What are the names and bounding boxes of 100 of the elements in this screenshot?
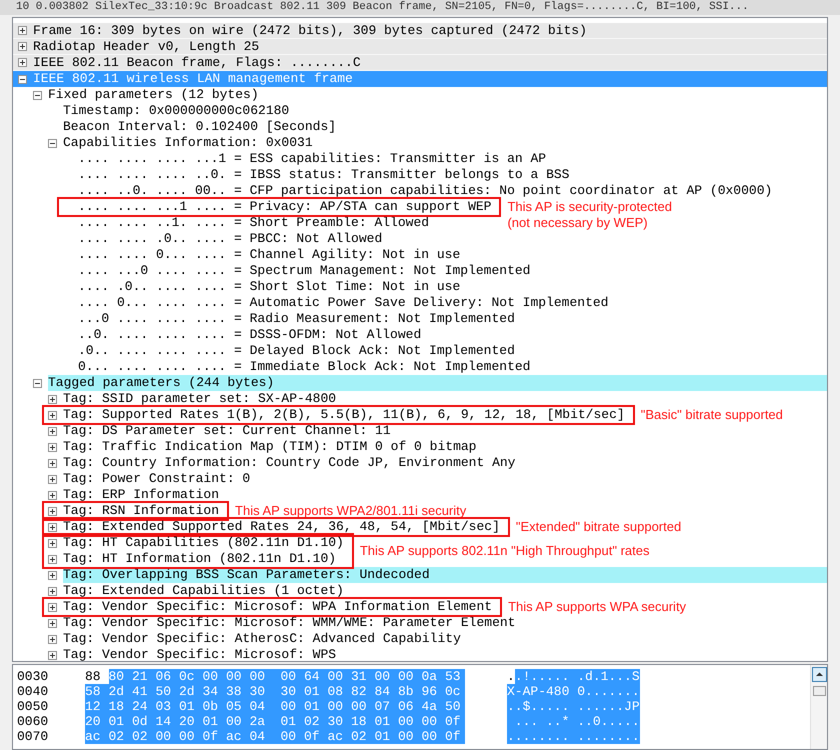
- expand-icon[interactable]: [18, 58, 27, 67]
- tree-item[interactable]: ...0 .... .... .... = Radio Measurement: Not Implemented: [78, 311, 519, 327]
- hex-byte: 53: [445, 669, 465, 684]
- expand-icon[interactable]: [48, 538, 57, 548]
- annotation-note: "Basic" bitrate supported: [640, 407, 783, 423]
- tree-item[interactable]: Tag: ERP Information: [63, 487, 224, 503]
- hex-offset: 0060: [17, 714, 50, 729]
- tree-item[interactable]: Tag: Vendor Specific: Microsof: WMM/WME: Parameter Element: [63, 615, 520, 631]
- expand-icon[interactable]: [48, 458, 57, 468]
- collapse-icon[interactable]: [33, 90, 42, 100]
- annotation-note: This AP is security-protected (not necessary by WEP): [507, 199, 672, 231]
- expand-icon[interactable]: [48, 602, 57, 612]
- hex-byte: 06: [398, 699, 422, 714]
- scrollbar[interactable]: [810, 665, 827, 749]
- hex-byte: 38: [226, 684, 250, 699]
- hex-byte: ac: [328, 729, 351, 744]
- hex-byte: 00: [374, 669, 398, 684]
- tree-item[interactable]: ..0. .... .... .... = DSSS-OFDM: Not Allowed: [78, 327, 426, 343]
- tree-item[interactable]: Tag: Extended Capabilities (1 octet): [63, 583, 348, 599]
- expand-icon[interactable]: [48, 570, 57, 580]
- tree-item[interactable]: Tag: Vendor Specific: Microsof: WPA Information Element: [63, 599, 496, 615]
- tree-item[interactable]: Tagged parameters (244 bytes): [48, 375, 827, 391]
- expand-icon[interactable]: [48, 650, 57, 660]
- scroll-thumb-icon[interactable]: [812, 686, 826, 696]
- ascii-text: ... ..* ..0.....: [507, 714, 640, 729]
- hex-byte: 00: [328, 669, 351, 684]
- tree-item[interactable]: .0.. .... .... .... = Delayed Block Ack: Not Implemented: [78, 343, 519, 359]
- tree-item[interactable]: .... .... .... ..0. = IBSS status: Transmitter belongs to a BSS: [78, 167, 574, 183]
- tree-item[interactable]: Beacon Interval: 0.102400 [Seconds]: [63, 119, 340, 135]
- expand-icon[interactable]: [48, 586, 57, 596]
- tree-item[interactable]: Tag: Vendor Specific: Microsof: WPS: [63, 647, 340, 663]
- hex-byte: 00: [226, 669, 250, 684]
- tree-item[interactable]: Tag: Overlapping BSS Scan Parameters: Undecoded: [63, 567, 827, 583]
- hex-byte: 01: [179, 699, 202, 714]
- tree-item[interactable]: .... 0... .... .... = Automatic Power Save Delivery: Not Implemented: [78, 295, 612, 311]
- expand-icon[interactable]: [48, 554, 57, 564]
- ascii-text: X-AP-480 0.......: [507, 684, 640, 699]
- expand-icon[interactable]: [18, 26, 27, 35]
- expand-icon[interactable]: [18, 42, 27, 51]
- tree-item[interactable]: .... .0.. .... .... = Short Slot Time: Not in use: [78, 279, 464, 295]
- packet-list-row[interactable]: 10 0.003802 SilexTec_33:10:9c Broadcast 802.11 309 Beacon frame, SN=2105, FN=0, Flags=........C, BI=100, SSI...: [0, 0, 840, 15]
- tree-item[interactable]: Tag: Traffic Indication Map (TIM): DTIM 0 of 0 bitmap: [63, 439, 480, 455]
- hex-byte: 8b: [398, 684, 422, 699]
- collapse-icon[interactable]: [18, 74, 27, 84]
- tree-item[interactable]: Tag: HT Information (802.11n D1.10): [63, 551, 340, 567]
- expand-icon[interactable]: [48, 522, 57, 532]
- hex-byte: 30: [328, 714, 351, 729]
- tree-item[interactable]: Tag: SSID parameter set: SX-AP-4800: [63, 391, 340, 407]
- tree-item[interactable]: Tag: Supported Rates 1(B), 2(B), 5.5(B), 11(B), 6, 9, 12, 18, [Mbit/sec]: [63, 407, 629, 423]
- tree-item[interactable]: .... .... .... ...1 = ESS capabilities: Transmitter is an AP: [78, 151, 550, 167]
- hex-byte: 04: [250, 729, 280, 744]
- tree-item[interactable]: .... ...0 .... .... = Spectrum Management: Not Implemented: [78, 263, 534, 279]
- hex-byte: 04: [250, 699, 280, 714]
- collapse-icon[interactable]: [48, 138, 57, 148]
- hex-byte: 01: [280, 714, 304, 729]
- expand-icon[interactable]: [48, 410, 57, 420]
- tree-item[interactable]: .... .... .0.. .... = PBCC: Not Allowed: [78, 231, 386, 247]
- tree-item[interactable]: 0... .... .... .... = Immediate Block Ack: Not Implemented: [78, 359, 534, 375]
- hex-byte: ac: [226, 729, 250, 744]
- expand-icon[interactable]: [48, 426, 57, 436]
- tree-item[interactable]: Tag: Vendor Specific: AtherosC: Advanced Capability: [63, 631, 465, 647]
- hex-byte: 30: [250, 684, 280, 699]
- expand-icon[interactable]: [48, 474, 57, 484]
- tree-item[interactable]: Tag: Extended Supported Rates 24, 36, 48, 54, [Mbit/sec]: [63, 519, 504, 535]
- ascii-text: ........ ........: [507, 729, 640, 744]
- hex-byte: 0f: [202, 729, 226, 744]
- hex-byte: 24: [132, 699, 156, 714]
- hex-byte: 00: [202, 669, 226, 684]
- tree-item[interactable]: .... ..0. .... 00.. = CFP participation capabilities: No point coordinator at AP (0x0000): [78, 183, 776, 199]
- tree-item[interactable]: Tag: HT Capabilities (802.11n D1.10): [63, 535, 348, 551]
- tree-item[interactable]: Tag: RSN Information: [63, 503, 224, 519]
- hex-byte: 01: [374, 714, 398, 729]
- hex-byte: 01: [304, 699, 328, 714]
- expand-icon[interactable]: [48, 506, 57, 516]
- expand-icon[interactable]: [48, 490, 57, 500]
- hex-byte: 18: [108, 699, 132, 714]
- hex-byte: 2a: [250, 714, 280, 729]
- tree-item[interactable]: Timestamp: 0x000000000c062180: [63, 103, 294, 119]
- expand-icon[interactable]: [48, 634, 57, 644]
- tree-item[interactable]: .... .... ..1. .... = Short Preamble: Allowed: [78, 215, 434, 231]
- tree-item[interactable]: .... .... ...1 .... = Privacy: AP/STA can support WEP: [78, 199, 496, 215]
- expand-icon[interactable]: [48, 618, 57, 628]
- hex-byte: 82: [351, 684, 374, 699]
- hex-byte: 00: [156, 729, 179, 744]
- expand-icon[interactable]: [48, 442, 57, 452]
- expand-icon[interactable]: [48, 394, 57, 404]
- hex-byte: 0c: [179, 669, 202, 684]
- hex-offset: 0050: [17, 699, 50, 714]
- tree-item[interactable]: Tag: Country Information: Country Code JP, Environment Any: [63, 455, 520, 471]
- hex-byte: 20: [85, 714, 108, 729]
- hex-byte: 0d: [132, 714, 156, 729]
- tree-item[interactable]: Capabilities Information: 0x0031: [63, 135, 317, 151]
- tree-item[interactable]: Fixed parameters (12 bytes): [48, 87, 263, 103]
- tree-item[interactable]: Tag: DS Parameter set: Current Channel: 11: [63, 423, 395, 439]
- tree-item[interactable]: Tag: Power Constraint: 0: [63, 471, 254, 487]
- scroll-up-icon[interactable]: [812, 667, 826, 682]
- hex-byte: 02: [304, 714, 328, 729]
- tree-item[interactable]: .... .... 0... .... = Channel Agility: Not in use: [78, 247, 464, 263]
- hex-byte: 00: [250, 669, 280, 684]
- collapse-icon[interactable]: [33, 378, 42, 388]
